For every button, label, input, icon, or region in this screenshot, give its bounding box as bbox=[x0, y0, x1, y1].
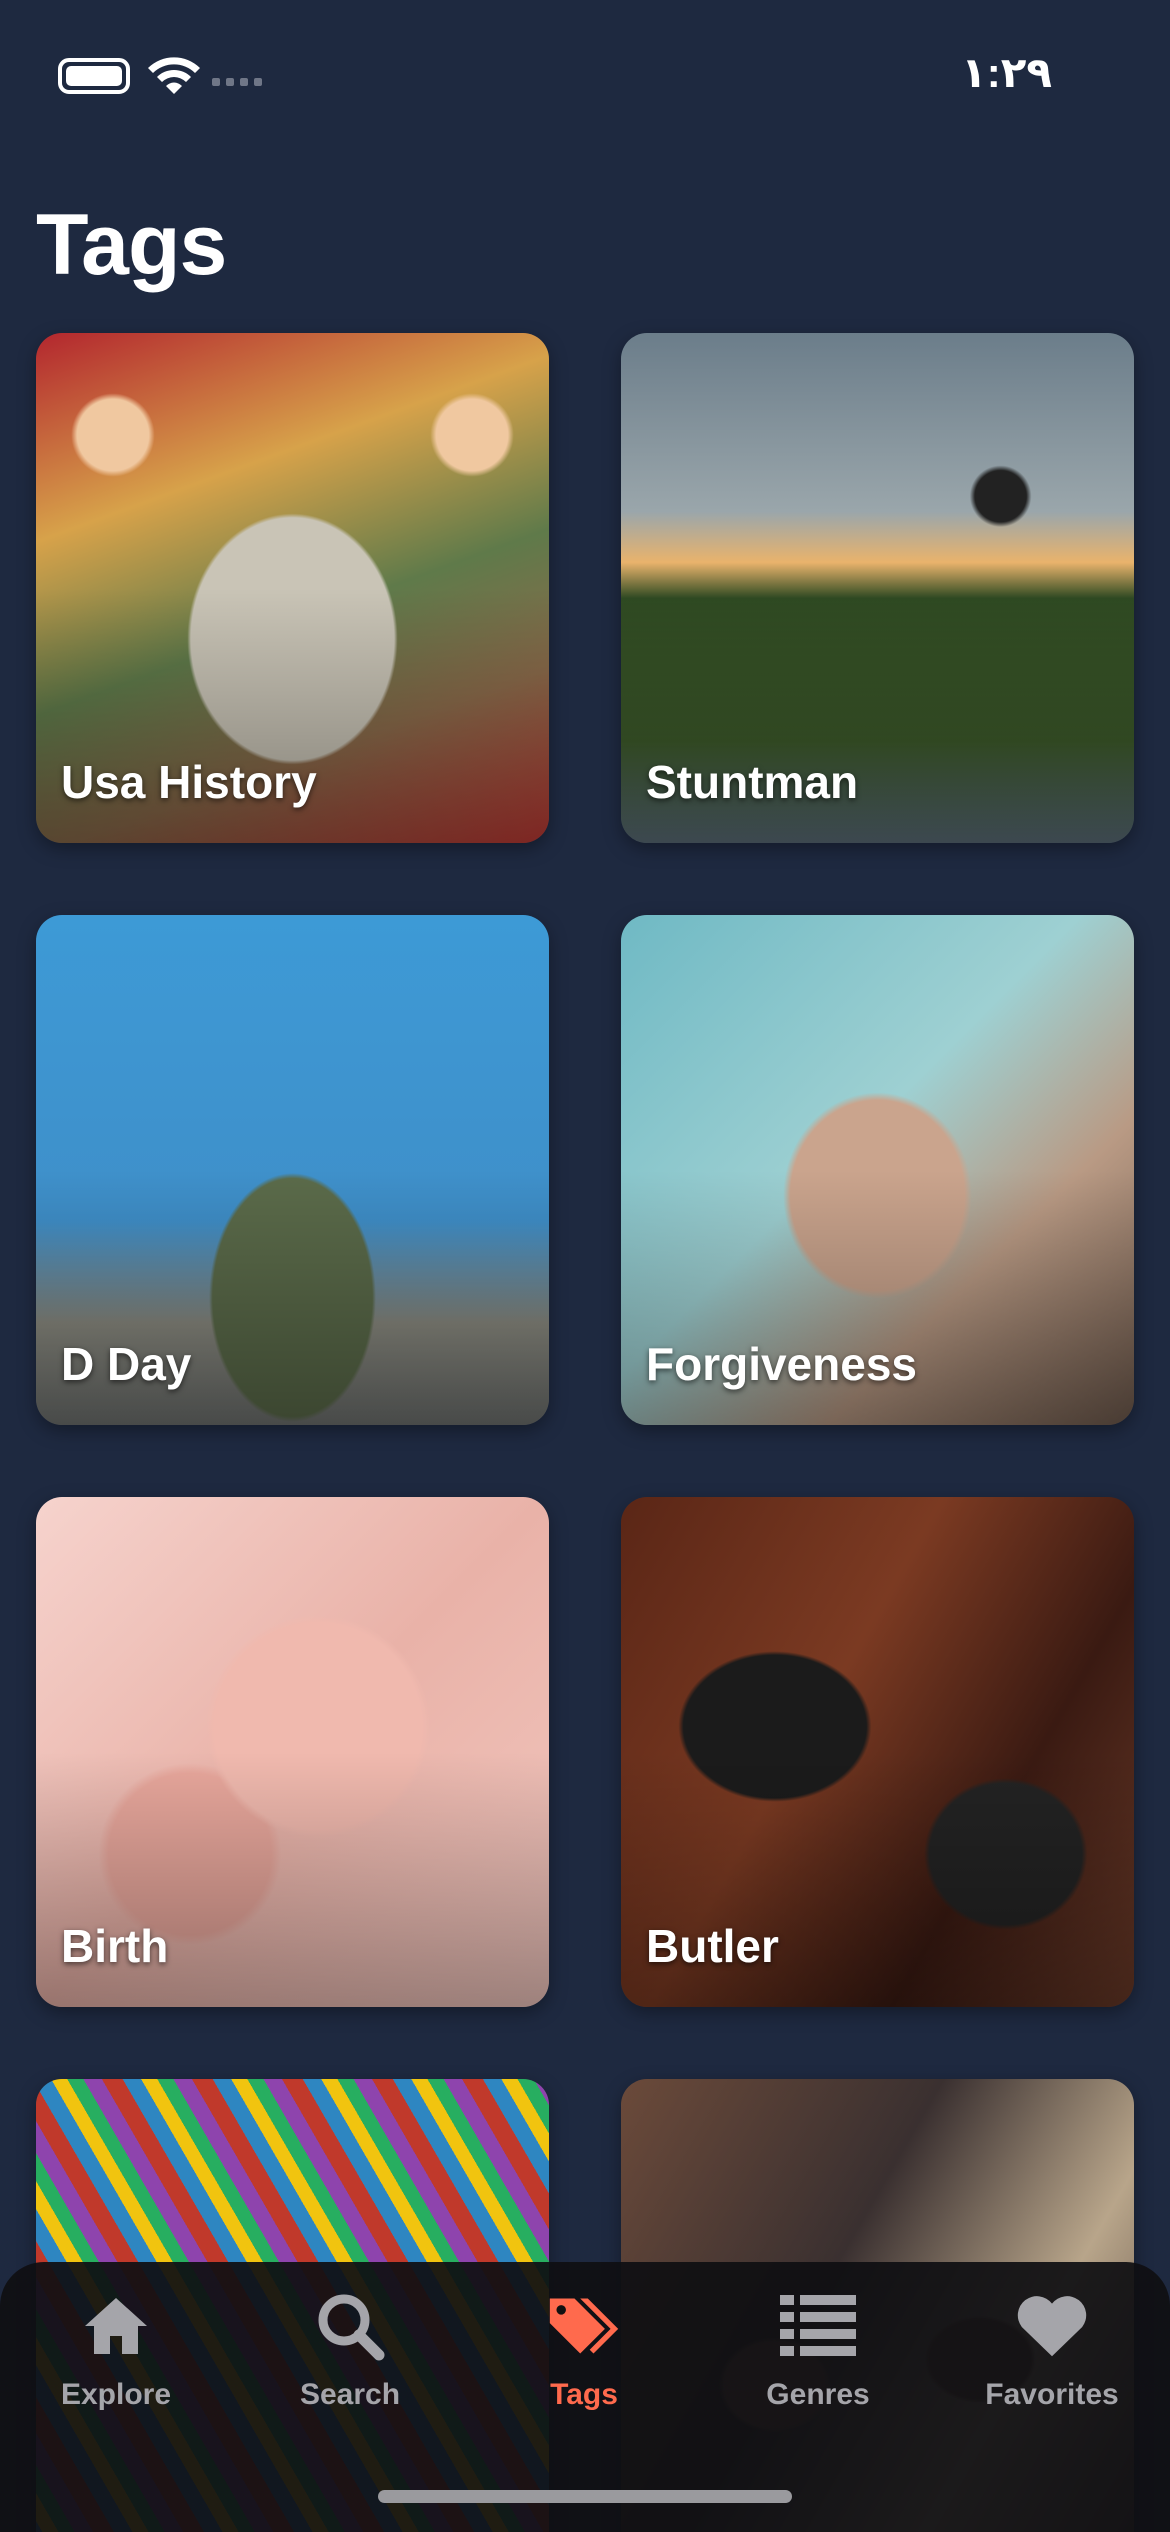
tab-favorites[interactable]: Favorites bbox=[952, 2288, 1152, 2438]
tab-label: Tags bbox=[550, 2378, 618, 2411]
tag-card-butler[interactable]: Butler bbox=[621, 1497, 1134, 2007]
tab-label: Genres bbox=[766, 2378, 870, 2411]
tab-label: Favorites bbox=[985, 2378, 1119, 2411]
tab-search[interactable]: Search bbox=[250, 2288, 450, 2438]
search-icon bbox=[312, 2288, 388, 2364]
home-icon bbox=[78, 2288, 154, 2364]
tag-card-d-day[interactable]: D Day bbox=[36, 915, 549, 1425]
tag-card-usa-history[interactable]: Usa History bbox=[36, 333, 549, 843]
tags-icon bbox=[546, 2288, 622, 2364]
tag-grid: Usa History Stuntman D Day Forgiveness B… bbox=[0, 0, 1170, 2532]
tab-label: Explore bbox=[60, 2378, 172, 2411]
list-icon bbox=[780, 2288, 856, 2364]
tag-label: Butler bbox=[646, 1920, 779, 1972]
tag-card-birth[interactable]: Birth bbox=[36, 1497, 549, 2007]
tab-tags[interactable]: Tags bbox=[484, 2288, 684, 2438]
tab-label: Search bbox=[299, 2378, 401, 2411]
heart-icon bbox=[1014, 2288, 1090, 2364]
tag-label: Forgiveness bbox=[646, 1338, 917, 1390]
tag-label: Birth bbox=[61, 1920, 169, 1972]
tag-card-stuntman[interactable]: Stuntman bbox=[621, 333, 1134, 843]
tab-genres[interactable]: Genres bbox=[718, 2288, 918, 2438]
tab-explore[interactable]: Explore bbox=[16, 2288, 216, 2438]
home-indicator[interactable] bbox=[378, 2490, 792, 2503]
tag-label: Usa History bbox=[61, 756, 317, 808]
tag-card-forgiveness[interactable]: Forgiveness bbox=[621, 915, 1134, 1425]
tag-label: D Day bbox=[61, 1338, 192, 1390]
tag-label: Stuntman bbox=[646, 756, 859, 808]
